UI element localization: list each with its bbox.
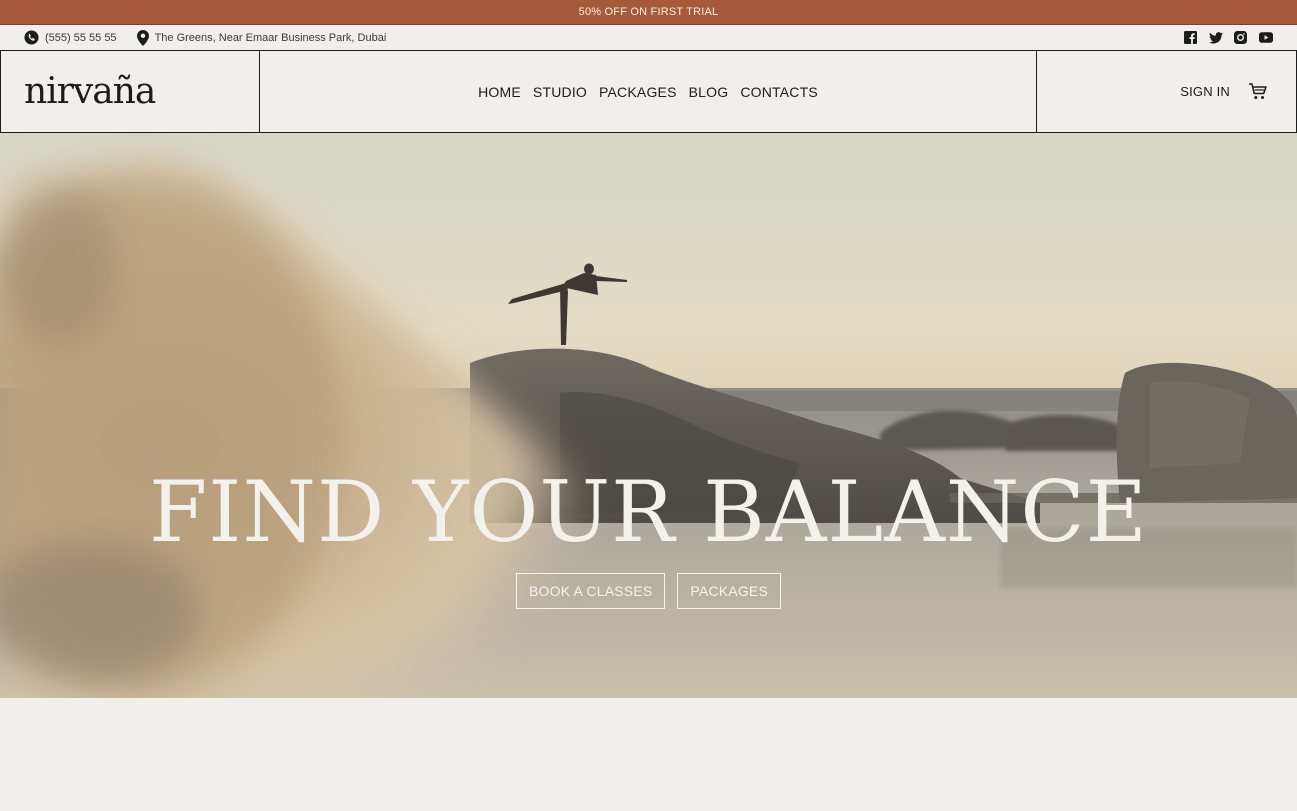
account-cell: SIGN IN <box>1037 51 1296 132</box>
promo-banner[interactable]: 50% OFF ON FIRST TRIAL <box>0 0 1297 25</box>
twitter-icon[interactable] <box>1208 30 1223 45</box>
hero-buttons: BOOK A CLASSES PACKAGES <box>0 573 1297 609</box>
below-fold-area <box>0 698 1297 811</box>
nav-item-studio[interactable]: STUDIO <box>533 84 587 100</box>
nav-item-packages[interactable]: PACKAGES <box>599 84 677 100</box>
facebook-icon[interactable] <box>1183 30 1198 45</box>
cart-icon[interactable] <box>1248 82 1268 102</box>
sign-in-link[interactable]: SIGN IN <box>1180 84 1230 99</box>
phone-info[interactable]: (555) 55 55 55 <box>24 30 117 45</box>
nav-item-contacts[interactable]: CONTACTS <box>740 84 818 100</box>
instagram-icon[interactable] <box>1233 30 1248 45</box>
site-header: nirvaña HOME STUDIO PACKAGES BLOG CONTAC… <box>0 51 1297 133</box>
address-text: The Greens, Near Emaar Business Park, Du… <box>154 31 387 44</box>
book-classes-button[interactable]: BOOK A CLASSES <box>515 573 666 609</box>
phone-number: (555) 55 55 55 <box>45 31 117 44</box>
packages-button[interactable]: PACKAGES <box>677 573 781 609</box>
youtube-icon[interactable] <box>1258 30 1273 45</box>
social-links <box>1183 30 1273 45</box>
logo-cell: nirvaña <box>1 51 260 132</box>
location-pin-icon <box>136 29 149 46</box>
hero-section: FIND YOUR BALANCE BOOK A CLASSES PACKAGE… <box>0 133 1297 698</box>
hero-image <box>0 133 1297 698</box>
nav-item-blog[interactable]: BLOG <box>689 84 729 100</box>
address-info[interactable]: The Greens, Near Emaar Business Park, Du… <box>136 29 387 46</box>
info-bar: (555) 55 55 55 The Greens, Near Emaar Bu… <box>0 25 1297 51</box>
logo[interactable]: nirvaña <box>24 71 156 112</box>
main-nav: HOME STUDIO PACKAGES BLOG CONTACTS <box>260 51 1037 132</box>
phone-icon <box>24 30 39 45</box>
hero-title: FIND YOUR BALANCE <box>149 463 1148 561</box>
promo-text: 50% OFF ON FIRST TRIAL <box>578 6 719 18</box>
nav-item-home[interactable]: HOME <box>478 84 521 100</box>
